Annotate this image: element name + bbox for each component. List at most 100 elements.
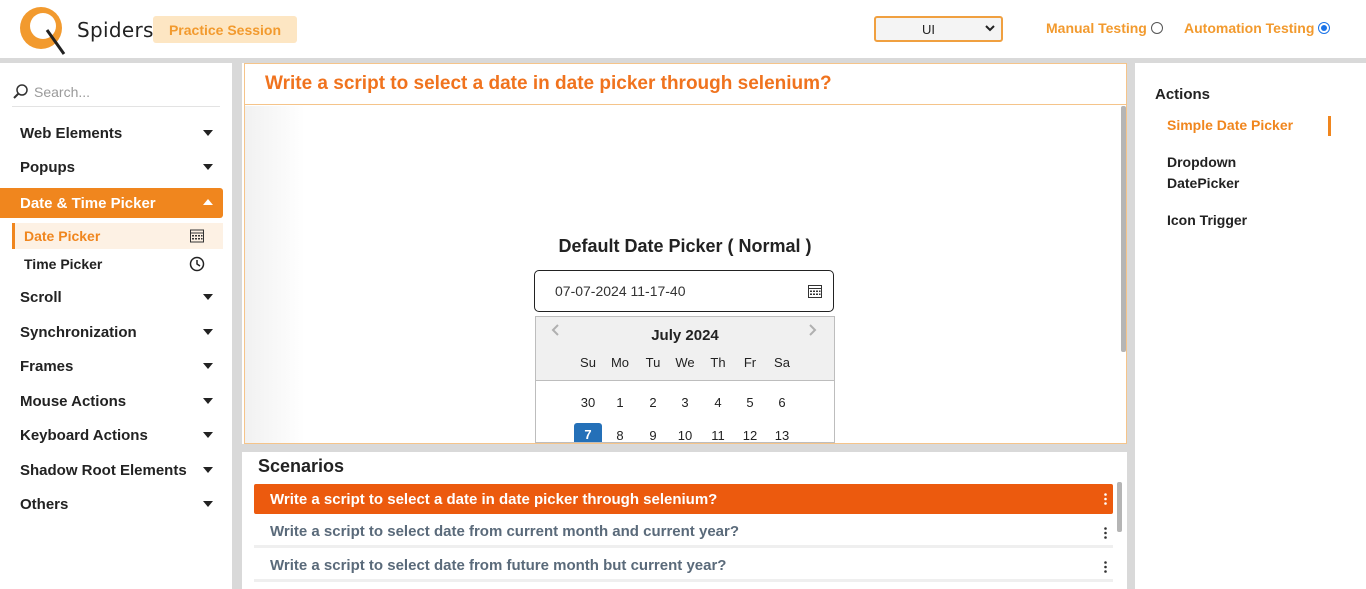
calendar-grid-icon <box>190 229 204 243</box>
sidebar-item-scroll[interactable]: Scroll <box>0 282 223 312</box>
sidebar-item-keyboard-actions[interactable]: Keyboard Actions <box>0 420 223 450</box>
sidebar-item-date-time-picker[interactable]: Date & Time Picker <box>0 188 223 218</box>
sidebar-item-frames[interactable]: Frames <box>0 351 223 381</box>
sidebar-subitem-label: Date Picker <box>24 228 101 244</box>
gutter-left <box>232 63 242 589</box>
caret-down-icon <box>203 363 213 369</box>
sidebar-item-label: Keyboard Actions <box>20 426 148 444</box>
sidebar-item-label: Web Elements <box>20 124 123 142</box>
active-action-indicator <box>1328 116 1331 136</box>
sidebar-item-label: Mouse Actions <box>20 392 127 410</box>
practice-session-button[interactable]: Practice Session <box>153 16 297 43</box>
calendar-day[interactable]: 2 <box>639 391 667 415</box>
action-dropdown-datepicker[interactable]: Dropdown DatePicker <box>1167 152 1267 194</box>
sidebar-item-mouse-actions[interactable]: Mouse Actions <box>0 386 223 416</box>
action-simple-date-picker[interactable]: Simple Date Picker <box>1167 115 1347 136</box>
date-picker-input[interactable]: 07-07-2024 11-17-40 <box>534 270 834 312</box>
calendar-day[interactable]: 6 <box>768 391 796 415</box>
sidebar-subitem-time-picker[interactable]: Time Picker <box>12 251 223 277</box>
clock-icon <box>189 256 205 272</box>
sidebar-subitem-label: Time Picker <box>24 256 103 272</box>
scenario-label: Write a script to select date from futur… <box>270 557 727 574</box>
action-icon-trigger[interactable]: Icon Trigger <box>1167 210 1347 231</box>
caret-down-icon <box>203 329 213 335</box>
caret-down-icon <box>203 130 213 136</box>
sidebar-item-others[interactable]: Others <box>0 489 223 519</box>
caret-down-icon <box>203 432 213 438</box>
date-picker-heading: Default Date Picker ( Normal ) <box>558 236 812 256</box>
radio-manual-testing[interactable]: Manual Testing <box>1046 20 1163 36</box>
logo-q-icon <box>20 7 66 55</box>
search-box[interactable]: Search... <box>12 77 220 107</box>
question-title: Write a script to select a date in date … <box>245 64 1126 105</box>
sidebar-item-shadow-root-elements[interactable]: Shadow Root Elements <box>0 455 223 485</box>
calendar-day[interactable]: 12 <box>736 424 764 442</box>
search-icon <box>13 83 28 99</box>
qspiders-logo[interactable]: Spiders <box>17 4 153 56</box>
gutter-mid <box>242 444 1127 452</box>
weekday-label: Mo <box>610 355 630 370</box>
sidebar-item-label: Frames <box>20 357 74 375</box>
date-picker-input-value: 07-07-2024 11-17-40 <box>555 283 686 299</box>
more-vertical-icon[interactable] <box>1104 527 1107 539</box>
weekday-label: Sa <box>774 355 790 370</box>
weekday-label: We <box>675 355 695 370</box>
sidebar-item-synchronization[interactable]: Synchronization <box>0 317 223 347</box>
radio-automation-button[interactable] <box>1318 22 1331 34</box>
scenario-item-active[interactable]: Write a script to select a date in date … <box>254 484 1113 514</box>
radio-manual-label: Manual Testing <box>1046 20 1147 36</box>
search-input[interactable]: Search... <box>34 84 90 100</box>
sidebar-subitem-date-picker[interactable]: Date Picker <box>12 223 223 249</box>
sidebar-item-web-elements[interactable]: Web Elements <box>0 118 223 148</box>
sidebar-item-label: Synchronization <box>20 323 137 341</box>
more-vertical-icon[interactable] <box>1104 561 1107 573</box>
calendar-header: July 2024 Su Mo Tu We Th Fr Sa <box>536 317 834 381</box>
sidebar-item-label: Others <box>20 495 69 513</box>
scenario-label: Write a script to select date from curre… <box>270 523 739 540</box>
calendar-day[interactable]: 8 <box>606 424 634 442</box>
top-header: Spiders Practice Session UI Manual Testi… <box>0 0 1366 60</box>
calendar-month-label: July 2024 <box>651 327 719 344</box>
sidebar-item-label: Scroll <box>20 288 62 306</box>
calendar-day[interactable]: 5 <box>736 391 764 415</box>
scenario-item[interactable]: Write a script to select date from futur… <box>254 552 1113 582</box>
caret-up-icon <box>203 199 213 205</box>
mode-select-value: UI <box>922 21 935 37</box>
calendar-icon[interactable] <box>807 283 823 299</box>
calendar-day[interactable]: 9 <box>639 424 667 442</box>
calendar-popup: July 2024 Su Mo Tu We Th Fr Sa 30 1 2 3 … <box>535 316 835 443</box>
scenarios-scrollbar[interactable] <box>1117 482 1122 532</box>
calendar-day[interactable]: 1 <box>606 391 634 415</box>
calendar-day[interactable]: 30 <box>574 391 602 415</box>
next-month-icon[interactable] <box>808 323 818 337</box>
caret-down-icon <box>203 501 213 507</box>
weekday-label: Su <box>580 355 596 370</box>
scenario-item[interactable]: Write a script to select date from curre… <box>254 518 1113 548</box>
radio-automation-testing[interactable]: Automation Testing <box>1184 20 1331 36</box>
scenario-label: Write a script to select a date in date … <box>270 490 718 508</box>
chevron-down-icon <box>985 25 995 32</box>
radio-manual-button[interactable] <box>1150 22 1163 34</box>
question-scrollbar[interactable] <box>1121 106 1126 352</box>
more-vertical-icon[interactable] <box>1104 493 1107 505</box>
calendar-day[interactable]: 11 <box>704 424 732 442</box>
mode-select[interactable]: UI <box>874 16 1003 42</box>
sidebar-item-label: Popups <box>20 158 75 176</box>
actions-panel: Actions Simple Date Picker Dropdown Date… <box>1135 63 1366 589</box>
weekday-label: Th <box>710 355 726 370</box>
sidebar-item-popups[interactable]: Popups <box>0 152 223 182</box>
caret-down-icon <box>203 467 213 473</box>
calendar-day[interactable]: 13 <box>768 424 796 442</box>
logo-text: Spiders <box>77 18 154 42</box>
calendar-day-selected[interactable]: 7 <box>574 423 602 442</box>
gutter-right <box>1127 63 1135 589</box>
scenarios-panel: Scenarios Write a script to select a dat… <box>244 452 1127 589</box>
sidebar: Search... Web Elements Popups Date & Tim… <box>0 63 232 589</box>
calendar-day[interactable]: 3 <box>671 391 699 415</box>
weekday-label: Tu <box>645 355 661 370</box>
sidebar-item-label: Shadow Root Elements <box>20 461 187 479</box>
calendar-day[interactable]: 10 <box>671 424 699 442</box>
calendar-day[interactable]: 4 <box>704 391 732 415</box>
question-panel: Write a script to select a date in date … <box>244 63 1127 444</box>
caret-down-icon <box>203 164 213 170</box>
